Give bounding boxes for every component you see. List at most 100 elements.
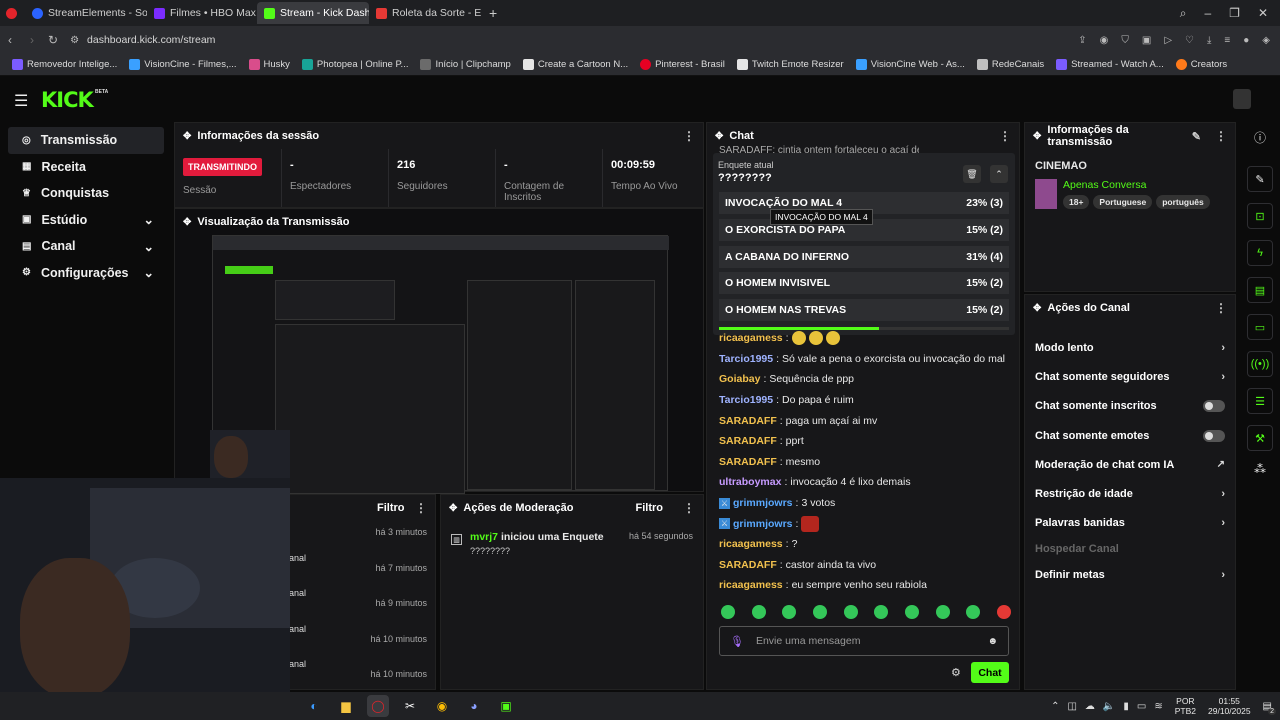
edit-icon[interactable]: ✎ — [1192, 130, 1201, 143]
capture-icon[interactable]: ⊡ — [1247, 203, 1273, 229]
kick-logo[interactable]: KICK — [41, 88, 94, 112]
capcut-icon[interactable]: ✂ — [399, 695, 421, 717]
action-subscribers-only[interactable]: Chat somente inscritos — [1025, 392, 1235, 421]
action-slow-mode[interactable]: Modo lento › — [1025, 333, 1235, 362]
chat-username[interactable]: SARADAFF — [719, 559, 777, 571]
clock[interactable]: 01:55 29/10/2025 — [1208, 696, 1251, 716]
play-icon[interactable]: ▷ — [1164, 35, 1172, 46]
tray-chevron-up-icon[interactable]: ⌃ — [1051, 701, 1059, 712]
edit-layout-icon[interactable]: ✎ — [1247, 166, 1273, 192]
moderator-name[interactable]: mvrj7 — [470, 531, 498, 543]
network-icon[interactable]: ☁ — [1085, 701, 1095, 712]
emote-icon[interactable] — [843, 605, 858, 619]
avatar[interactable] — [1233, 89, 1251, 109]
bookmark-item[interactable]: VisionCine - Filmes,... — [123, 59, 242, 70]
move-handle-icon[interactable]: ✥ — [183, 131, 191, 142]
category-thumbnail[interactable] — [1035, 179, 1057, 209]
edge-icon[interactable]: ◐ — [303, 695, 325, 717]
wifi-icon[interactable]: ≋ — [1154, 701, 1162, 712]
download-icon[interactable]: ⤓ — [1207, 35, 1211, 46]
emote-icon[interactable] — [782, 605, 797, 619]
bookmark-item[interactable]: Removedor Intelige... — [6, 59, 123, 70]
chat-username[interactable]: ricaagamess — [719, 579, 783, 591]
poll-option[interactable]: O HOMEM NAS TREVAS 15% (2) — [719, 299, 1009, 322]
poll-option[interactable]: O HOMEM INVISIVEL 15% (2) — [719, 272, 1009, 295]
tray-app-icon[interactable]: ◫ — [1067, 701, 1076, 712]
bookmark-item[interactable]: Husky — [243, 59, 296, 70]
chat-username[interactable]: SARADAFF — [719, 415, 777, 427]
cube-icon[interactable]: ▣ — [1142, 35, 1151, 46]
more-options-icon[interactable]: ⋮ — [1215, 301, 1227, 315]
emoji-icon[interactable]: ☻ — [987, 636, 998, 647]
tag-chip[interactable]: português — [1156, 195, 1210, 209]
emote-icon[interactable] — [812, 605, 827, 619]
discord-icon[interactable]: ◕ — [463, 695, 485, 717]
action-age-restriction[interactable]: Restrição de idade › — [1025, 479, 1235, 508]
tab-hbo[interactable]: Filmes • HBO Max — [147, 2, 257, 24]
layers-icon[interactable]: ☰ — [1247, 388, 1273, 414]
search-tabs-icon[interactable]: ⌕ — [1180, 6, 1187, 21]
kick-app-icon[interactable]: ▣ — [495, 695, 517, 717]
move-handle-icon[interactable]: ✥ — [183, 217, 191, 228]
chat-username[interactable]: Goiabay — [719, 373, 760, 385]
filter-button[interactable]: Filtro — [377, 502, 405, 514]
bookmark-item[interactable]: Create a Cartoon N... — [517, 59, 634, 70]
chat-username[interactable]: Tarcio1995 — [719, 353, 773, 365]
broadcast-signal-icon[interactable]: ((•)) — [1247, 351, 1273, 377]
action-banned-words[interactable]: Palavras banidas › — [1025, 509, 1235, 538]
chat-settings-icon[interactable]: ⚙ — [951, 666, 961, 679]
chat-bubble-icon[interactable]: ▭ — [1247, 314, 1273, 340]
action-ai-moderation[interactable]: Moderação de chat com IA ↗ — [1025, 450, 1235, 479]
subscribers-only-toggle[interactable] — [1203, 400, 1225, 413]
emote-icon[interactable] — [874, 605, 889, 619]
chat-username[interactable]: grimmjowrs — [733, 518, 793, 530]
mic-icon[interactable]: ▮ — [1123, 701, 1129, 712]
bookmark-item[interactable]: Photopea | Online P... — [296, 59, 415, 70]
chat-input-box[interactable]: 🎙 Envie uma mensagem ☻ — [719, 626, 1009, 656]
bookmark-item[interactable]: Twitch Emote Resizer — [731, 59, 850, 70]
emote-icon[interactable] — [966, 605, 981, 619]
more-options-icon[interactable]: ⋮ — [1215, 129, 1227, 143]
action-followers-only[interactable]: Chat somente seguidores › — [1025, 362, 1235, 391]
chat-username[interactable]: ricaagamess — [719, 332, 783, 344]
language-indicator[interactable]: POR PTB2 — [1175, 696, 1196, 716]
emote-icon[interactable] — [935, 605, 950, 619]
emote-icon[interactable] — [996, 605, 1011, 619]
sidebar-item-transmissao[interactable]: ◎ Transmissão — [8, 127, 164, 154]
opera-gx-icon[interactable]: ◯ — [367, 695, 389, 717]
move-handle-icon[interactable]: ✥ — [1033, 303, 1041, 314]
tab-kick-dashboard[interactable]: Stream - Kick Dashboard — [257, 2, 369, 24]
sidebar-item-canal[interactable]: ▤ Canal ⌄ — [8, 233, 164, 260]
more-options-icon[interactable]: ⋮ — [683, 501, 695, 515]
move-handle-icon[interactable]: ✥ — [1033, 131, 1041, 142]
apps-icon[interactable]: ⁂ — [1240, 462, 1280, 476]
heart-icon[interactable]: ♡ — [1185, 35, 1194, 46]
site-info-icon[interactable]: ⚙ — [70, 35, 79, 46]
profile-icon[interactable]: ● — [1243, 35, 1249, 46]
reload-icon[interactable]: ↻ — [48, 33, 58, 47]
battery-icon[interactable]: ▭ — [1137, 701, 1146, 712]
hamburger-menu-icon[interactable]: ☰ — [14, 91, 28, 111]
sidebar-item-receita[interactable]: ▦ Receita — [8, 154, 164, 181]
chat-username[interactable]: Tarcio1995 — [719, 394, 773, 406]
lightning-icon[interactable]: ϟ — [1247, 240, 1273, 266]
poll-option[interactable]: A CABANA DO INFERNO 31% (4) — [719, 245, 1009, 268]
chat-username[interactable]: ultraboymax — [719, 476, 781, 488]
chat-username[interactable]: SARADAFF — [719, 456, 777, 468]
sidebar-item-configuracoes[interactable]: ⚙ Configurações ⌄ — [8, 260, 164, 287]
camera-icon[interactable]: ◉ — [1100, 35, 1109, 46]
emote-icon[interactable] — [721, 605, 735, 619]
menu-icon[interactable]: ≡ — [1224, 35, 1230, 46]
file-explorer-icon[interactable]: ▆ — [335, 695, 357, 717]
tab-roleta[interactable]: Roleta da Sorte - Escolha — [369, 2, 481, 24]
document-icon[interactable]: ▤ — [1247, 277, 1273, 303]
action-set-goals[interactable]: Definir metas › — [1025, 560, 1235, 589]
maximize-icon[interactable]: ❐ — [1229, 6, 1240, 20]
url-field[interactable]: dashboard.kick.com/stream — [87, 34, 215, 46]
emote-icon[interactable] — [904, 605, 919, 619]
trash-icon[interactable]: 🗑 — [963, 165, 981, 183]
filter-button[interactable]: Filtro — [636, 502, 664, 514]
microphone-icon[interactable]: 🎙 — [730, 635, 744, 648]
bookmark-item[interactable]: Streamed - Watch A... — [1050, 59, 1170, 70]
category-link[interactable]: Apenas Conversa — [1063, 179, 1146, 191]
